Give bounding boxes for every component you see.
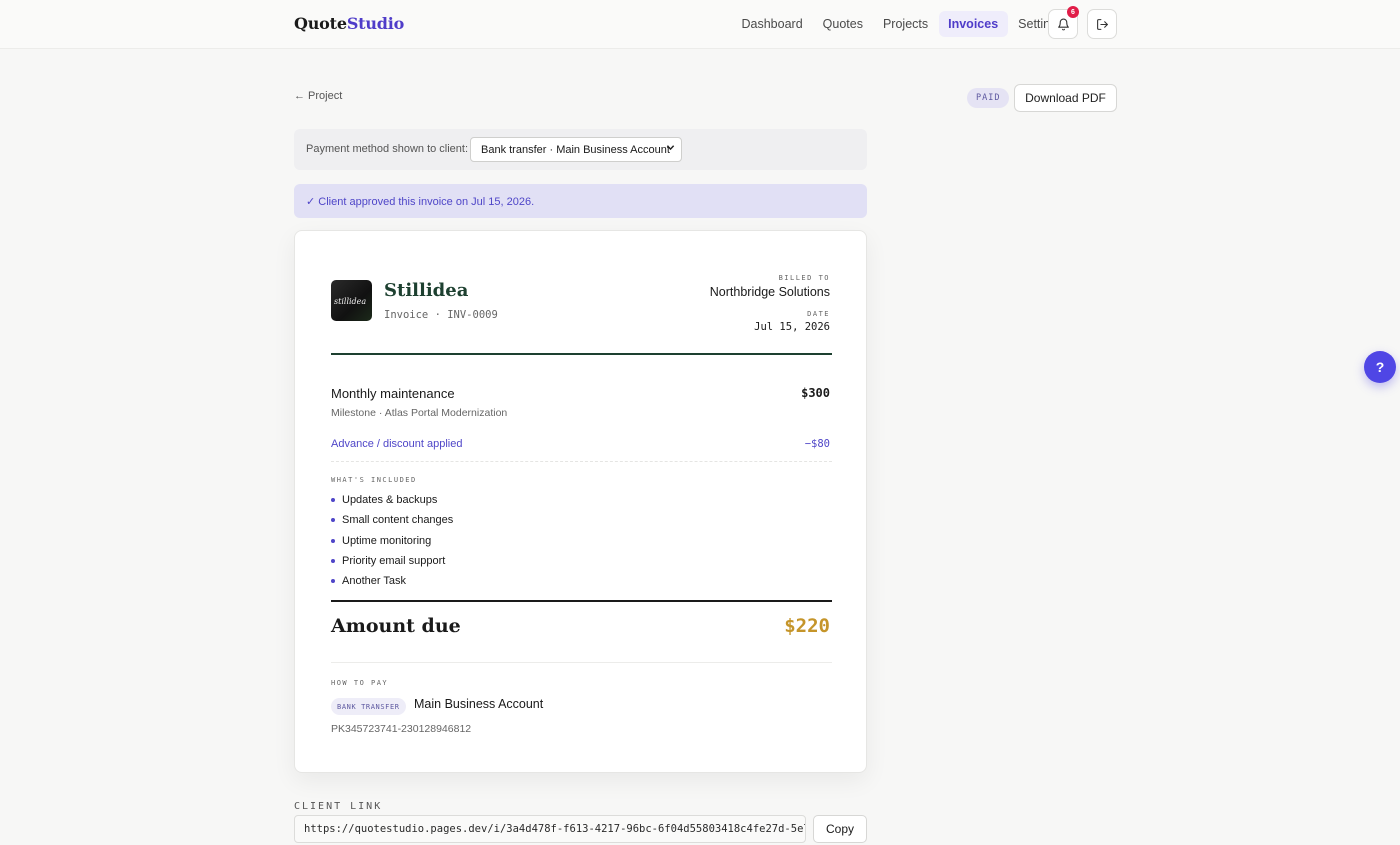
top-navigation-bar: QuoteStudio Dashboard Quotes Projects In…	[0, 0, 1400, 49]
status-badge: PAID	[967, 88, 1010, 108]
nav-item-quotes[interactable]: Quotes	[813, 11, 872, 37]
discount-value: −$80	[804, 438, 830, 450]
help-button[interactable]: ?	[1364, 351, 1396, 383]
discount-label: Advance / discount applied	[331, 438, 463, 450]
account-number: PK345723741-230128946812	[331, 723, 472, 735]
payment-method-label: Payment method shown to client:	[306, 143, 469, 155]
payment-method-selected-value: Bank transfer · Main Business Account	[481, 143, 670, 156]
included-item-text: Uptime monitoring	[342, 534, 432, 547]
list-item: Small content changes	[331, 510, 453, 530]
total-divider	[331, 600, 832, 602]
client-link-label: CLIENT LINK	[294, 801, 383, 812]
how-to-pay-label: HOW TO PAY	[331, 679, 389, 687]
list-item: Another Task	[331, 571, 453, 591]
bullet-icon	[331, 498, 335, 503]
invoice-number: Invoice · INV-0009	[384, 309, 498, 321]
included-label: WHAT'S INCLUDED	[331, 476, 417, 484]
payment-method-select[interactable]: Bank transfer · Main Business Account	[470, 137, 682, 162]
notification-count-badge: 6	[1067, 6, 1079, 18]
logout-button[interactable]	[1087, 9, 1117, 39]
approval-banner: ✓ Client approved this invoice on Jul 15…	[294, 184, 867, 218]
included-item-text: Another Task	[342, 575, 407, 588]
account-name: Main Business Account	[414, 697, 544, 711]
billed-to-name: Northbridge Solutions	[709, 285, 830, 299]
included-item-text: Priority email support	[342, 555, 446, 568]
bullet-icon	[331, 538, 335, 543]
payment-method-badge: BANK TRANSFER	[331, 698, 406, 715]
date-label: DATE	[807, 310, 830, 318]
header-divider	[331, 353, 832, 355]
bullet-icon	[331, 518, 335, 523]
dashed-divider	[331, 461, 832, 462]
list-item: Priority email support	[331, 551, 453, 571]
line-item-title: Monthly maintenance	[331, 386, 455, 401]
line-item-price: $300	[801, 386, 830, 400]
company-logo: stillidea	[331, 280, 372, 321]
line-item-subtitle: Milestone · Atlas Portal Modernization	[331, 407, 508, 419]
amount-due-label: Amount due	[331, 615, 461, 637]
included-item-text: Updates & backups	[342, 494, 438, 507]
nav-item-projects[interactable]: Projects	[873, 11, 937, 37]
brand-name-part1: Quote	[294, 14, 347, 33]
notifications-button[interactable]: 6	[1048, 6, 1079, 39]
invoice-date: Jul 15, 2026	[754, 321, 830, 333]
included-list: Updates & backups Small content changes …	[331, 490, 453, 591]
included-item-text: Small content changes	[342, 514, 454, 527]
chevron-down-icon	[666, 143, 675, 155]
list-item: Updates & backups	[331, 490, 453, 510]
back-to-project-link[interactable]: ← Project	[294, 90, 342, 102]
brand-logo[interactable]: QuoteStudio	[294, 14, 404, 33]
nav-item-invoices[interactable]: Invoices	[938, 11, 1008, 37]
brand-name-part2: Studio	[346, 14, 405, 33]
client-link-field[interactable]: https://quotestudio.pages.dev/i/3a4d478f…	[294, 815, 806, 843]
list-item: Uptime monitoring	[331, 531, 453, 551]
main-nav: Dashboard Quotes Projects Invoices Setti…	[732, 11, 1074, 37]
amount-due-value: $220	[784, 615, 830, 637]
invoice-card: stillidea Stillidea Invoice · INV-0009 B…	[294, 230, 867, 773]
bullet-icon	[331, 579, 335, 584]
download-pdf-button[interactable]: Download PDF	[1014, 84, 1117, 112]
logout-icon	[1096, 18, 1108, 30]
bell-icon	[1057, 18, 1069, 30]
copy-link-button[interactable]: Copy	[813, 815, 867, 843]
payment-method-bar: Payment method shown to client: Bank tra…	[294, 129, 867, 170]
payment-divider	[331, 662, 832, 663]
nav-item-dashboard[interactable]: Dashboard	[732, 11, 812, 37]
company-name: Stillidea	[384, 280, 469, 301]
bullet-icon	[331, 559, 335, 564]
logo-text: stillidea	[334, 297, 366, 306]
billed-to-label: BILLED TO	[778, 274, 830, 282]
